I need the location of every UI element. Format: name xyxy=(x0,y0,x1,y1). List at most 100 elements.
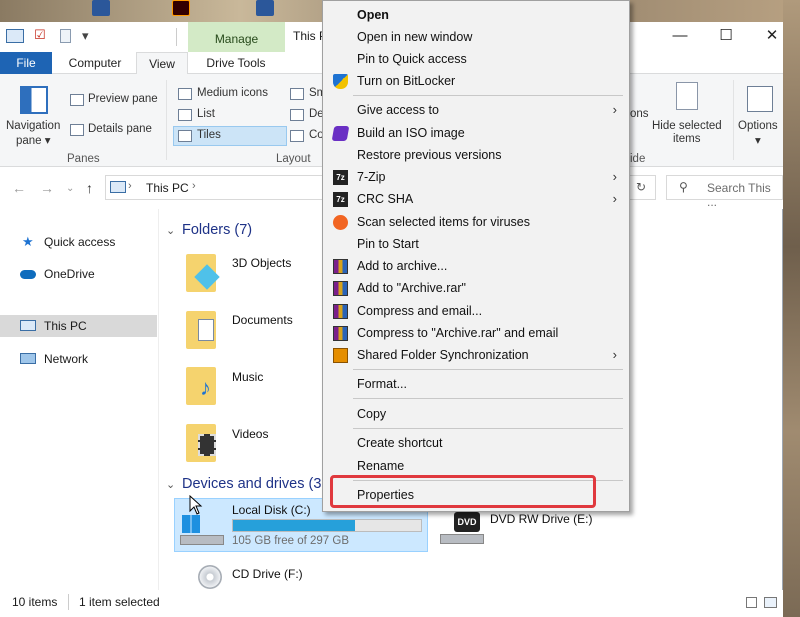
close-button[interactable]: ✕ xyxy=(749,22,795,52)
search-placeholder: Search This ... xyxy=(707,181,771,209)
tab-drive-tools[interactable]: Drive Tools xyxy=(194,52,278,74)
menu-item-shared-sync[interactable]: Shared Folder Synchronization › xyxy=(323,344,629,366)
address-bar[interactable]: › This PC › xyxy=(105,175,327,200)
shield-icon xyxy=(333,74,348,89)
sidebar-item-this-pc[interactable]: This PC xyxy=(0,315,157,337)
tiles-icon[interactable] xyxy=(178,130,192,142)
list-icon[interactable] xyxy=(178,109,192,121)
details-view-icon[interactable] xyxy=(290,109,304,121)
folders-collapse-icon[interactable]: ⌄ xyxy=(166,224,175,237)
properties-quick-icon[interactable]: ☑ xyxy=(34,27,46,43)
search-input[interactable]: ⚲ Search This ... xyxy=(666,175,783,209)
folder-documents-icon[interactable] xyxy=(186,311,216,349)
folders-section-header[interactable]: Folders (7) xyxy=(182,222,252,238)
folder-music-icon[interactable]: ♪ xyxy=(186,367,216,405)
back-arrow-icon[interactable]: ← xyxy=(12,180,26,196)
preview-pane-button[interactable]: Preview pane xyxy=(88,93,158,105)
illustrator-desktop-icon[interactable] xyxy=(172,0,190,16)
menu-item-crc-sha[interactable]: 7z CRC SHA › xyxy=(323,188,629,210)
pane-divider[interactable] xyxy=(158,209,159,597)
details-pane-button[interactable]: Details pane xyxy=(88,123,152,135)
menu-item-pin-quick-access[interactable]: Pin to Quick access xyxy=(323,48,629,70)
hide-selected-icon[interactable] xyxy=(676,82,698,110)
winrar-icon xyxy=(333,326,348,341)
maximize-button[interactable]: ☐ xyxy=(703,22,749,52)
list-button[interactable]: List xyxy=(197,108,215,120)
drive-c-name[interactable]: Local Disk (C:) xyxy=(232,503,311,517)
devices-collapse-icon[interactable]: ⌄ xyxy=(166,478,175,491)
navigation-pane-label-2[interactable]: pane ▾ xyxy=(16,133,51,147)
folder-3d-objects-icon[interactable] xyxy=(186,254,220,292)
tab-view[interactable]: View xyxy=(136,52,188,75)
menu-item-compress-email[interactable]: Compress and email... xyxy=(323,300,629,322)
film-icon xyxy=(198,434,216,456)
tab-file[interactable]: File xyxy=(0,52,52,74)
dvd-body-icon xyxy=(440,534,484,544)
small-icons-icon[interactable] xyxy=(290,88,304,100)
folder-music[interactable]: Music xyxy=(232,370,263,384)
folder-3d-objects[interactable]: 3D Objects xyxy=(232,256,291,270)
options-button[interactable]: Options xyxy=(738,120,778,132)
preview-pane-icon[interactable] xyxy=(70,94,84,106)
menu-item-format[interactable]: Format... xyxy=(323,373,629,395)
breadcrumb-chevron-icon-2[interactable]: › xyxy=(192,180,196,192)
menu-item-open-new-window[interactable]: Open in new window xyxy=(323,26,629,48)
menu-item-pin-start[interactable]: Pin to Start xyxy=(323,233,629,255)
menu-item-open[interactable]: Open xyxy=(323,4,629,26)
options-caret-icon[interactable]: ▾ xyxy=(755,133,761,147)
sidebar-item-network[interactable]: Network xyxy=(0,348,157,370)
medium-icons-icon[interactable] xyxy=(178,88,192,100)
details-view-toggle-icon[interactable] xyxy=(746,597,757,608)
tiles-button[interactable]: Tiles xyxy=(197,129,221,141)
manage-contextual-tab[interactable]: Manage xyxy=(188,22,285,52)
disk-body-icon xyxy=(180,535,224,545)
word-desktop-icon[interactable] xyxy=(92,0,110,16)
customize-quick-access-icon[interactable]: ▾ xyxy=(82,28,89,44)
hide-selected-label-2[interactable]: items xyxy=(673,133,700,145)
content-view-icon[interactable] xyxy=(290,130,304,142)
menu-item-rename[interactable]: Rename xyxy=(323,455,629,477)
menu-item-restore-versions[interactable]: Restore previous versions xyxy=(323,144,629,166)
navigation-pane-label[interactable]: Navigation xyxy=(6,120,60,132)
address-path[interactable]: This PC xyxy=(146,181,189,195)
devices-section-header[interactable]: Devices and drives (3 xyxy=(182,476,321,492)
details-pane-icon[interactable] xyxy=(70,124,84,136)
minimize-button[interactable]: — xyxy=(657,22,703,52)
ribbon-separator xyxy=(166,80,167,160)
large-icons-toggle-icon[interactable] xyxy=(764,597,777,608)
panes-group-caption: Panes xyxy=(67,153,100,165)
tab-computer[interactable]: Computer xyxy=(58,52,132,74)
word-desktop-icon-2[interactable] xyxy=(256,0,274,16)
sidebar-item-onedrive[interactable]: OneDrive xyxy=(0,263,157,285)
menu-item-scan-viruses[interactable]: Scan selected items for viruses xyxy=(323,211,629,233)
menu-item-compress-rar-email[interactable]: Compress to "Archive.rar" and email xyxy=(323,322,629,344)
menu-item-give-access[interactable]: Give access to › xyxy=(323,99,629,121)
hide-selected-label[interactable]: Hide selected xyxy=(652,120,722,132)
navigation-pane-icon[interactable] xyxy=(20,86,48,114)
new-folder-quick-icon[interactable] xyxy=(60,29,71,43)
sidebar-item-quick-access[interactable]: ★ Quick access xyxy=(0,231,157,253)
folder-videos[interactable]: Videos xyxy=(232,427,268,441)
iso-tool-icon xyxy=(331,126,350,141)
dvd-drive-icon[interactable]: DVD xyxy=(440,512,484,546)
drive-f-name[interactable]: CD Drive (F:) xyxy=(232,567,303,581)
breadcrumb-chevron-icon[interactable]: › xyxy=(128,180,132,192)
drive-e-name[interactable]: DVD RW Drive (E:) xyxy=(490,512,592,526)
menu-item-add-archive-rar[interactable]: Add to "Archive.rar" xyxy=(323,277,629,299)
cube-icon xyxy=(194,264,220,290)
folder-documents[interactable]: Documents xyxy=(232,313,293,327)
folder-videos-icon[interactable] xyxy=(186,424,216,462)
refresh-icon[interactable]: ↻ xyxy=(626,175,656,200)
cd-drive-icon[interactable] xyxy=(198,565,222,589)
menu-item-copy[interactable]: Copy xyxy=(323,403,629,425)
recent-locations-icon[interactable]: ⌄ xyxy=(66,183,74,194)
medium-icons-button[interactable]: Medium icons xyxy=(197,87,268,99)
menu-item-add-archive[interactable]: Add to archive... xyxy=(323,255,629,277)
menu-item-bitlocker[interactable]: Turn on BitLocker xyxy=(323,70,629,92)
menu-item-build-iso[interactable]: Build an ISO image xyxy=(323,122,629,144)
forward-arrow-icon[interactable]: → xyxy=(40,180,54,196)
up-arrow-icon[interactable]: ↑ xyxy=(86,180,93,196)
menu-item-7zip[interactable]: 7z 7-Zip › xyxy=(323,166,629,188)
options-icon[interactable] xyxy=(747,86,773,112)
menu-item-create-shortcut[interactable]: Create shortcut xyxy=(323,432,629,454)
